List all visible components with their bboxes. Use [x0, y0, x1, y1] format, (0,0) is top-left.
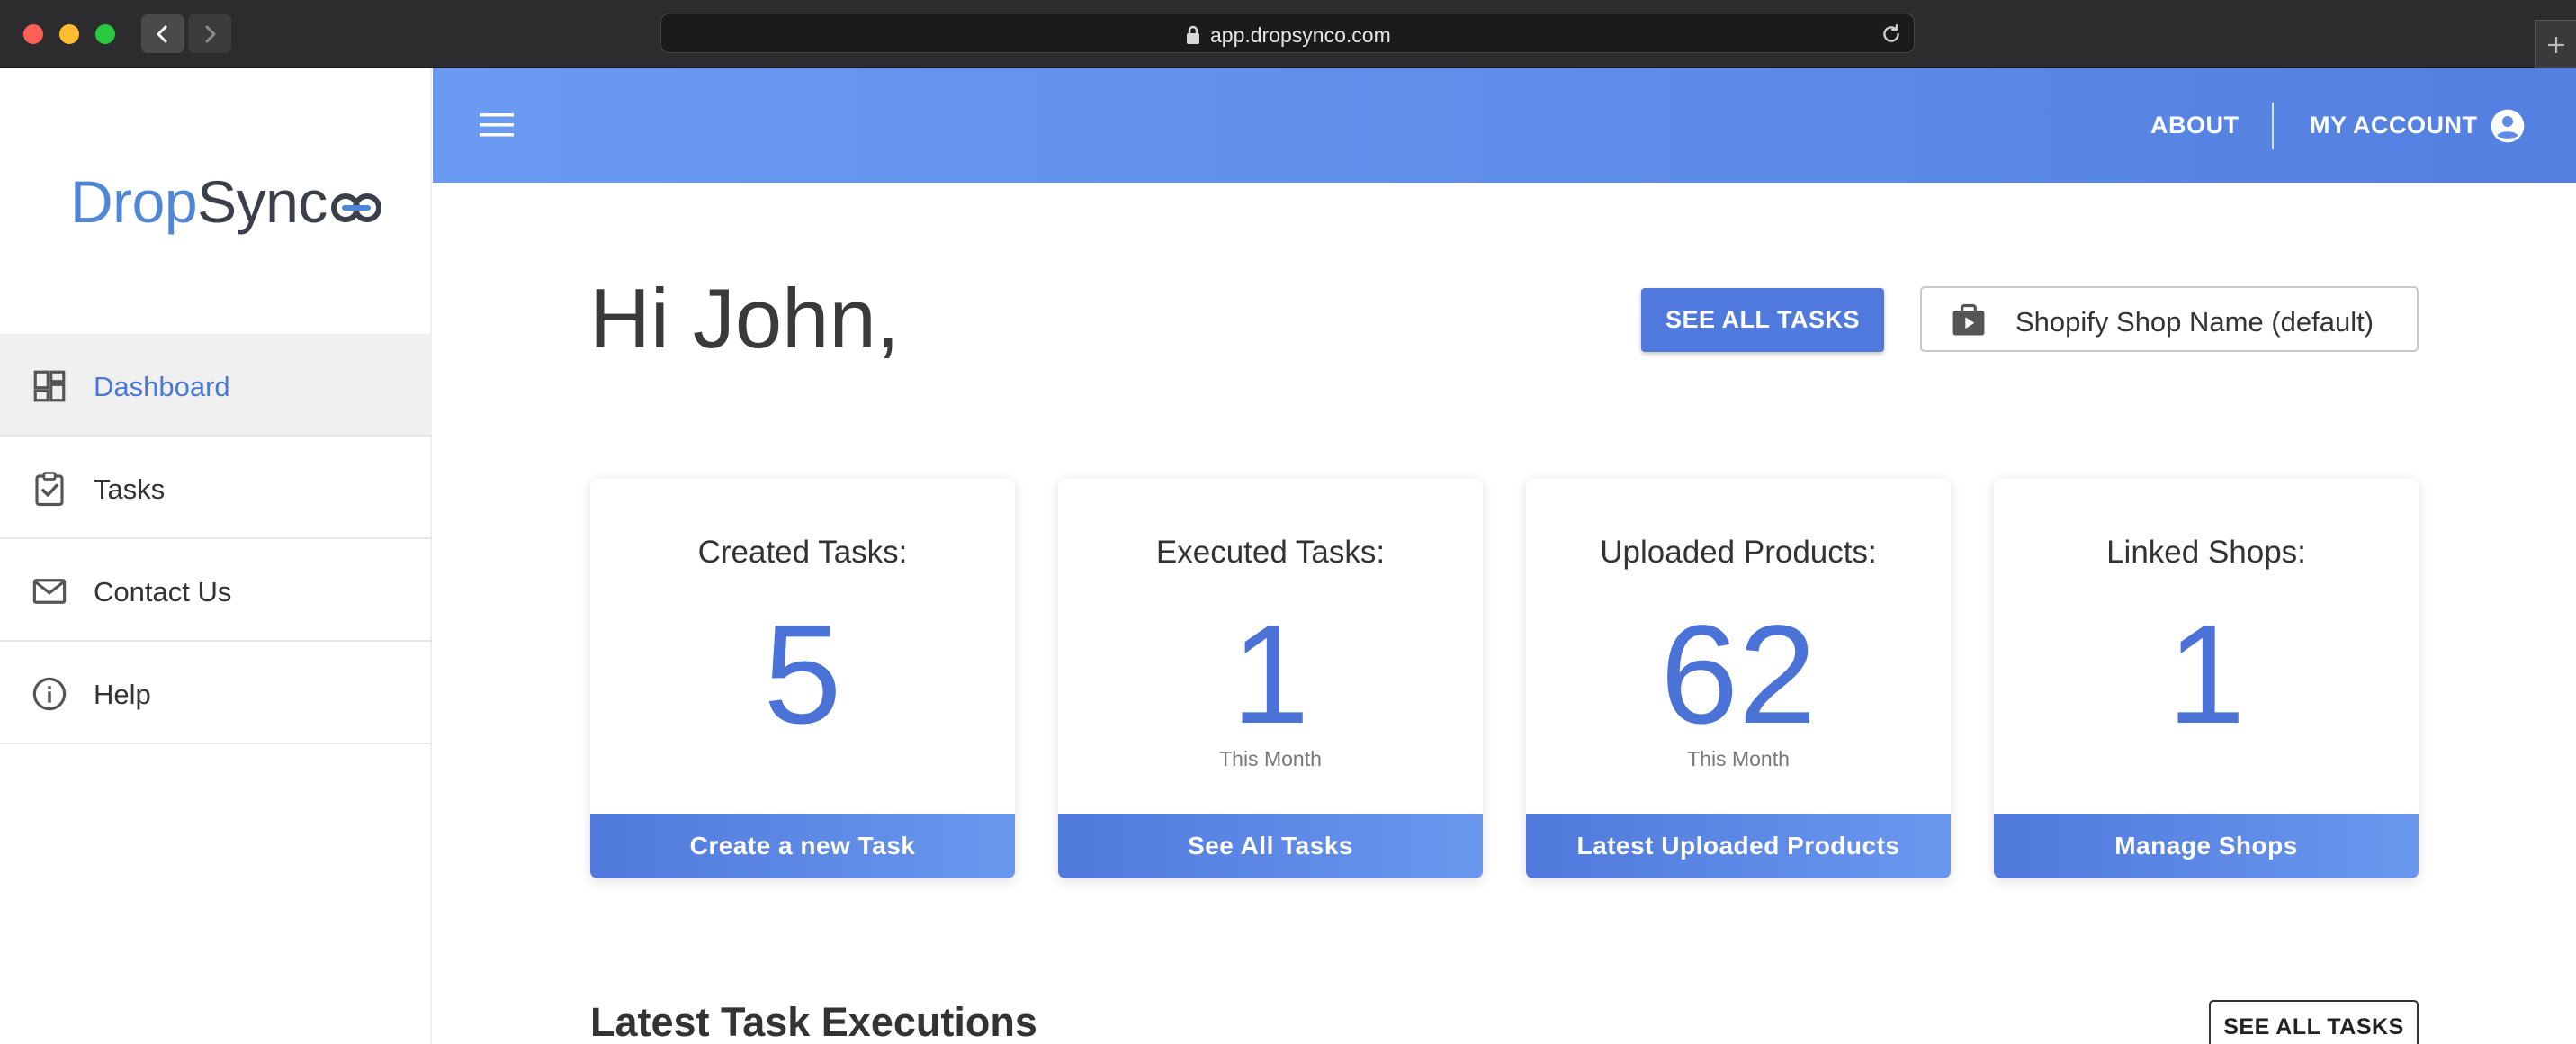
- logo-link-icon: [330, 194, 381, 222]
- sidebar-item-label: Contact Us: [94, 576, 232, 608]
- dropsynco-logo[interactable]: DropSync: [70, 167, 385, 239]
- logo-text-drop: Drop: [70, 168, 198, 235]
- linked-shops-card: Linked Shops: 1 Manage Shops: [1994, 479, 2419, 878]
- card-title: Created Tasks:: [697, 535, 908, 570]
- card-value: 62: [1660, 597, 1817, 753]
- logo-text-sync: Sync: [197, 168, 328, 235]
- close-window-button[interactable]: [23, 24, 43, 44]
- address-bar[interactable]: app.dropsynco.com: [660, 14, 1915, 53]
- reload-icon[interactable]: [1880, 22, 1903, 46]
- see-all-tasks-card-button[interactable]: See All Tasks: [1058, 814, 1483, 878]
- sidebar-item-dashboard[interactable]: Dashboard: [0, 334, 432, 436]
- see-all-tasks-button[interactable]: SEE ALL TASKS: [1641, 288, 1884, 352]
- executed-tasks-card: Executed Tasks: 1 This Month See All Tas…: [1058, 479, 1483, 878]
- sidebar-item-label: Help: [94, 679, 151, 710]
- header-divider: [2272, 103, 2274, 149]
- info-icon: [32, 677, 67, 711]
- account-circle-icon[interactable]: [2490, 108, 2526, 144]
- created-tasks-card: Created Tasks: 5 Create a new Task: [590, 479, 1015, 878]
- dashboard-icon: [33, 370, 66, 402]
- sidebar-item-label: Tasks: [94, 473, 166, 505]
- create-new-task-button[interactable]: Create a new Task: [590, 814, 1015, 878]
- card-title: Linked Shops:: [2106, 535, 2306, 570]
- mail-icon: [32, 579, 67, 604]
- card-value: 5: [763, 597, 842, 753]
- card-title: Executed Tasks:: [1155, 535, 1386, 570]
- sidebar: DropSync Dashboard Tasks Contact Us Help: [0, 68, 432, 1044]
- about-link[interactable]: ABOUT: [2150, 112, 2239, 140]
- uploaded-products-card: Uploaded Products: 62 This Month Latest …: [1526, 479, 1951, 878]
- minimize-window-button[interactable]: [59, 24, 79, 44]
- card-subtitle: This Month: [1687, 747, 1790, 770]
- card-value: 1: [1231, 597, 1310, 753]
- card-title: Uploaded Products:: [1600, 535, 1877, 570]
- forward-button[interactable]: [188, 14, 231, 53]
- latest-uploaded-products-button[interactable]: Latest Uploaded Products: [1526, 814, 1951, 878]
- lock-icon: [1187, 25, 1199, 44]
- top-app-bar: ABOUT MY ACCOUNT: [433, 68, 2576, 183]
- shop-selector[interactable]: Shopify Shop Name (default): [1920, 286, 2419, 352]
- chevron-right-icon: [205, 25, 216, 43]
- hamburger-menu-icon[interactable]: [480, 111, 516, 140]
- sidebar-item-label: Dashboard: [94, 371, 230, 402]
- page-greeting: Hi John,: [589, 271, 900, 365]
- maximize-window-button[interactable]: [95, 24, 115, 44]
- sidebar-item-help[interactable]: Help: [0, 642, 432, 744]
- latest-task-executions-title: Latest Task Executions: [590, 999, 1037, 1044]
- task-check-icon: [35, 472, 64, 507]
- card-subtitle: This Month: [1219, 747, 1322, 770]
- new-tab-button[interactable]: [2535, 20, 2576, 68]
- chevron-left-icon: [157, 25, 167, 43]
- shopping-bag-icon: [1952, 303, 1985, 336]
- plus-icon: [2548, 37, 2564, 53]
- back-button[interactable]: [141, 14, 184, 53]
- stats-cards: Created Tasks: 5 Create a new Task Execu…: [590, 479, 2420, 878]
- card-value: 1: [2167, 597, 2246, 753]
- my-account-link[interactable]: MY ACCOUNT: [2310, 112, 2478, 140]
- url-text: app.dropsynco.com: [1210, 23, 1391, 47]
- shop-selector-label: Shopify Shop Name (default): [2015, 306, 2374, 338]
- sidebar-item-contact-us[interactable]: Contact Us: [0, 539, 432, 642]
- sidebar-menu: Dashboard Tasks Contact Us Help: [0, 334, 432, 744]
- sidebar-item-tasks[interactable]: Tasks: [0, 436, 432, 539]
- latest-see-all-tasks-button[interactable]: SEE ALL TASKS: [2209, 1000, 2419, 1044]
- browser-chrome: app.dropsynco.com: [0, 0, 2576, 68]
- manage-shops-button[interactable]: Manage Shops: [1994, 814, 2419, 878]
